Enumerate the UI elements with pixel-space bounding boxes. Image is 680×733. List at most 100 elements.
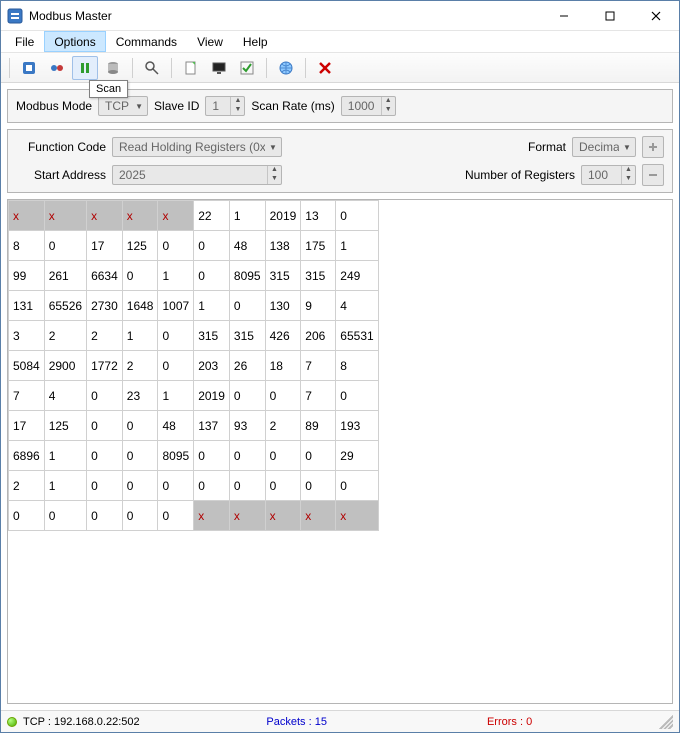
startaddr-spinner[interactable]: 2025 ▲▼ <box>112 165 282 185</box>
grid-cell[interactable]: 0 <box>87 381 123 411</box>
grid-cell[interactable]: x <box>122 201 158 231</box>
grid-cell[interactable]: 5084 <box>9 351 45 381</box>
grid-cell[interactable]: 13 <box>301 201 336 231</box>
menu-options[interactable]: Options <box>44 31 105 52</box>
grid-cell[interactable]: 0 <box>301 471 336 501</box>
grid-cell[interactable]: 203 <box>194 351 230 381</box>
grid-cell[interactable]: 1 <box>158 381 194 411</box>
grid-cell[interactable]: 0 <box>336 201 378 231</box>
grid-cell[interactable]: 65531 <box>336 321 378 351</box>
delete-button[interactable] <box>312 56 338 80</box>
grid-cell[interactable]: 8095 <box>158 441 194 471</box>
grid-cell[interactable]: 1 <box>122 321 158 351</box>
grid-cell[interactable]: x <box>87 201 123 231</box>
grid-cell[interactable]: 137 <box>194 411 230 441</box>
spinner-buttons[interactable]: ▲▼ <box>230 97 244 115</box>
grid-cell[interactable]: 206 <box>301 321 336 351</box>
menu-file[interactable]: File <box>5 31 44 52</box>
grid-cell[interactable]: 0 <box>122 441 158 471</box>
grid-cell[interactable]: 8 <box>9 231 45 261</box>
grid-cell[interactable]: x <box>301 501 336 531</box>
monitor-button[interactable] <box>206 56 232 80</box>
grid-cell[interactable]: 8095 <box>229 261 265 291</box>
grid-cell[interactable]: 0 <box>122 411 158 441</box>
grid-cell[interactable]: 0 <box>158 471 194 501</box>
grid-cell[interactable]: 0 <box>336 381 378 411</box>
grid-cell[interactable]: x <box>229 501 265 531</box>
grid-cell[interactable]: 1 <box>44 471 86 501</box>
grid-cell[interactable]: 125 <box>122 231 158 261</box>
grid-cell[interactable]: 0 <box>336 471 378 501</box>
grid-cell[interactable]: 1648 <box>122 291 158 321</box>
globe-button[interactable] <box>273 56 299 80</box>
grid-cell[interactable]: 99 <box>9 261 45 291</box>
grid-cell[interactable]: 65526 <box>44 291 86 321</box>
grid-cell[interactable]: 26 <box>229 351 265 381</box>
grid-cell[interactable]: x <box>9 201 45 231</box>
grid-cell[interactable]: 2 <box>87 321 123 351</box>
menu-view[interactable]: View <box>187 31 233 52</box>
grid-cell[interactable]: 18 <box>265 351 301 381</box>
grid-cell[interactable]: 193 <box>336 411 378 441</box>
add-button[interactable] <box>642 136 664 158</box>
grid-cell[interactable]: x <box>158 201 194 231</box>
grid-cell[interactable]: 2019 <box>265 201 301 231</box>
grid-cell[interactable]: 0 <box>44 501 86 531</box>
check-button[interactable] <box>234 56 260 80</box>
grid-cell[interactable]: 426 <box>265 321 301 351</box>
minimize-button[interactable] <box>541 1 587 31</box>
slave-spinner[interactable]: 1 ▲▼ <box>205 96 245 116</box>
grid-cell[interactable]: 0 <box>158 351 194 381</box>
func-combo[interactable]: Read Holding Registers (0x03) ▼ <box>112 137 282 157</box>
grid-cell[interactable]: 1007 <box>158 291 194 321</box>
grid-cell[interactable]: 89 <box>301 411 336 441</box>
grid-cell[interactable]: 1 <box>194 291 230 321</box>
numreg-spinner[interactable]: 100 ▲▼ <box>581 165 636 185</box>
grid-cell[interactable]: 2 <box>9 471 45 501</box>
grid-cell[interactable]: 0 <box>158 321 194 351</box>
grid-cell[interactable]: 0 <box>87 441 123 471</box>
grid-cell[interactable]: 315 <box>194 321 230 351</box>
scan-button[interactable] <box>72 56 98 80</box>
grid-cell[interactable]: 0 <box>9 501 45 531</box>
spinner-buttons[interactable]: ▲▼ <box>621 166 635 184</box>
grid-cell[interactable]: 48 <box>229 231 265 261</box>
grid-cell[interactable]: x <box>194 501 230 531</box>
grid-cell[interactable]: 0 <box>301 441 336 471</box>
grid-cell[interactable]: 3 <box>9 321 45 351</box>
grid-cell[interactable]: 0 <box>194 471 230 501</box>
grid-cell[interactable]: 175 <box>301 231 336 261</box>
grid-cell[interactable]: 0 <box>87 411 123 441</box>
grid-cell[interactable]: 1 <box>229 201 265 231</box>
grid-cell[interactable]: 1 <box>44 441 86 471</box>
grid-cell[interactable]: 0 <box>158 231 194 261</box>
grid-cell[interactable]: x <box>265 501 301 531</box>
scanrate-spinner[interactable]: 1000 ▲▼ <box>341 96 396 116</box>
grid-cell[interactable]: 261 <box>44 261 86 291</box>
grid-cell[interactable]: 315 <box>301 261 336 291</box>
grid-cell[interactable]: x <box>44 201 86 231</box>
grid-cell[interactable]: 0 <box>265 441 301 471</box>
grid-cell[interactable]: 0 <box>87 471 123 501</box>
grid-cell[interactable]: 2 <box>265 411 301 441</box>
grid-cell[interactable]: 17 <box>87 231 123 261</box>
format-combo[interactable]: Decimal ▼ <box>572 137 636 157</box>
register-grid-container[interactable]: xxxxx22120191308017125004813817519926166… <box>7 199 673 704</box>
grid-cell[interactable]: 2730 <box>87 291 123 321</box>
grid-cell[interactable]: 0 <box>122 501 158 531</box>
disconnect-button[interactable] <box>44 56 70 80</box>
grid-cell[interactable]: 315 <box>265 261 301 291</box>
grid-cell[interactable]: 7 <box>301 381 336 411</box>
zoom-button[interactable] <box>139 56 165 80</box>
grid-cell[interactable]: 0 <box>87 501 123 531</box>
grid-cell[interactable]: 0 <box>194 231 230 261</box>
grid-cell[interactable]: x <box>336 501 378 531</box>
grid-cell[interactable]: 138 <box>265 231 301 261</box>
grid-cell[interactable]: 0 <box>122 471 158 501</box>
grid-cell[interactable]: 93 <box>229 411 265 441</box>
grid-cell[interactable]: 0 <box>229 291 265 321</box>
grid-cell[interactable]: 2900 <box>44 351 86 381</box>
menu-help[interactable]: Help <box>233 31 278 52</box>
grid-cell[interactable]: 6896 <box>9 441 45 471</box>
grid-cell[interactable]: 2 <box>44 321 86 351</box>
